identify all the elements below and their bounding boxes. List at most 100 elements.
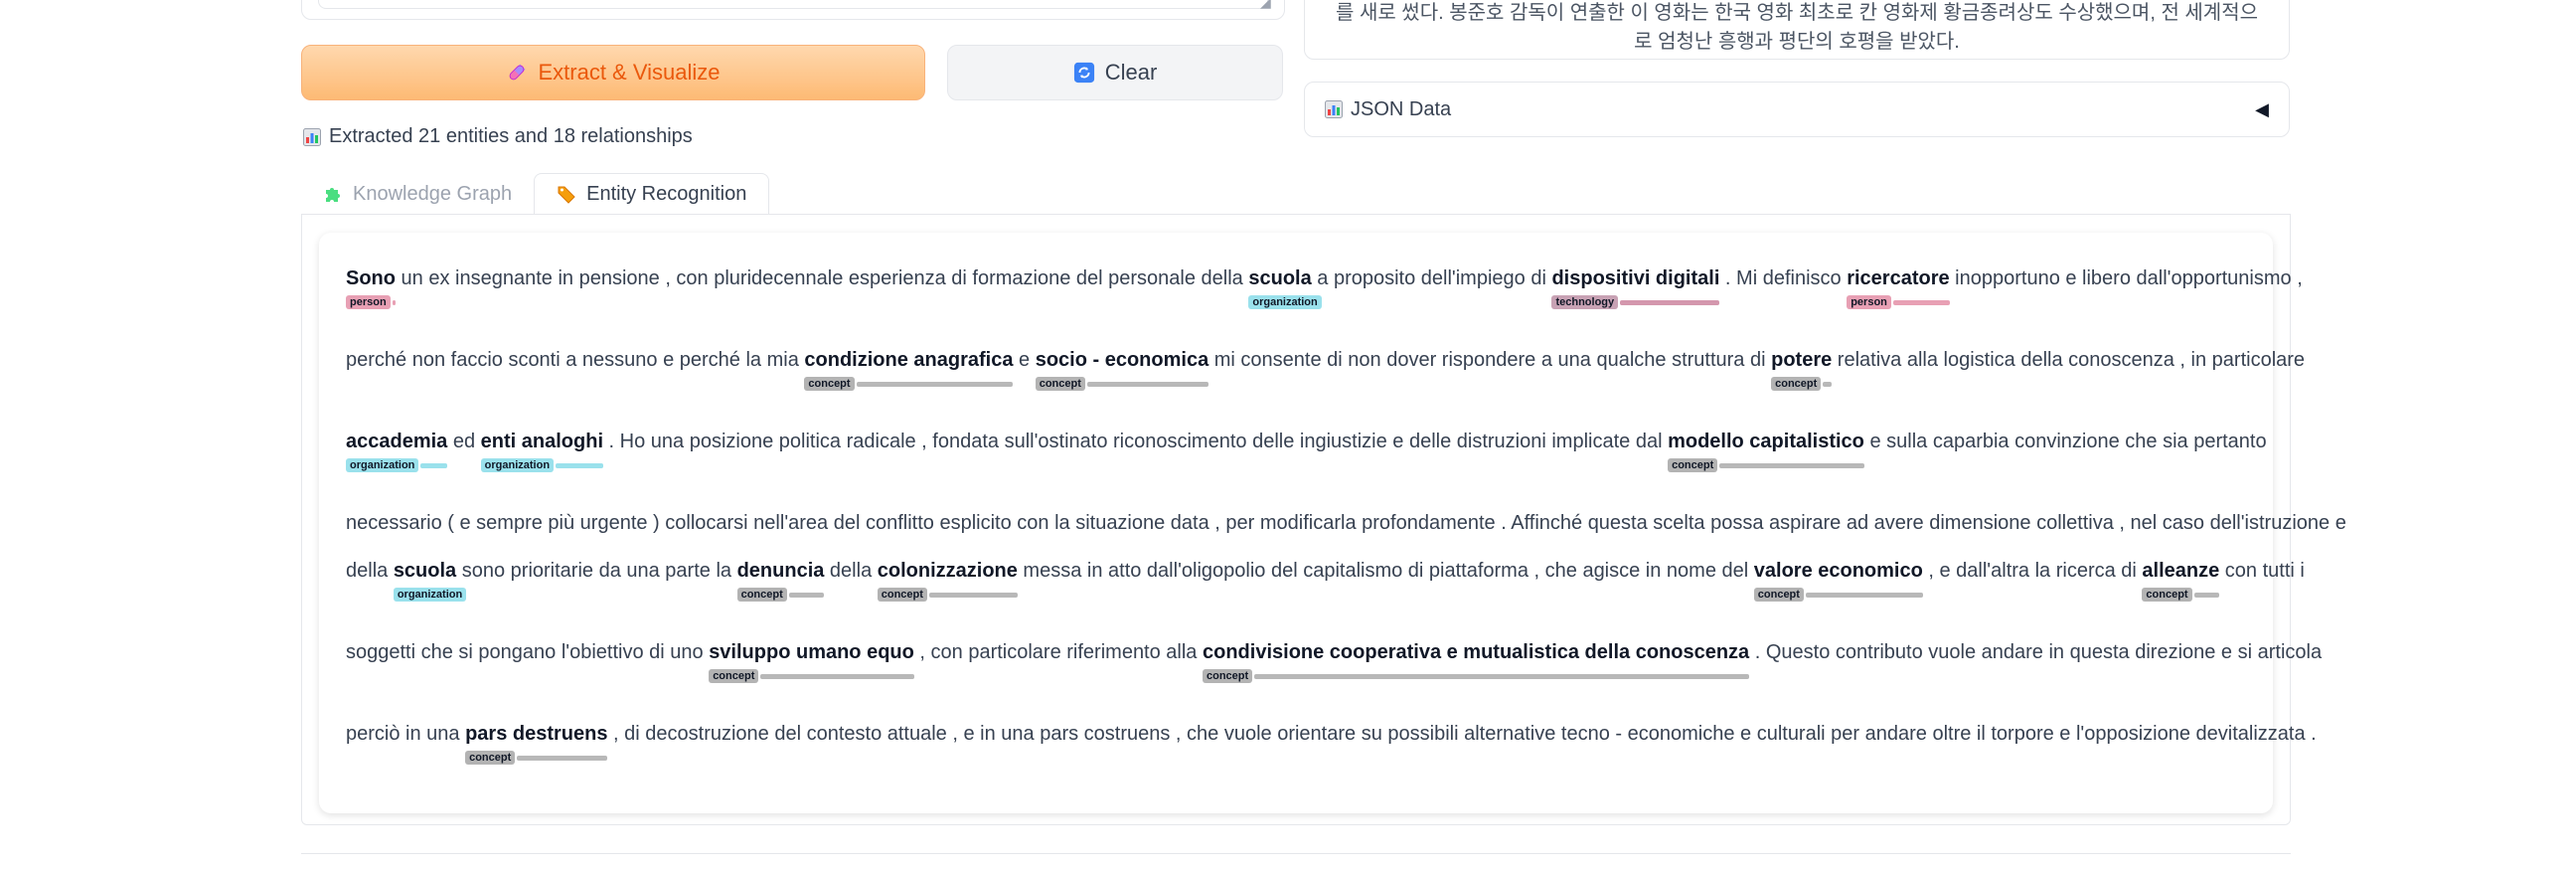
entity-underline — [1719, 463, 1864, 468]
bar-chart-icon — [303, 127, 321, 146]
entity-type-label: organization — [346, 458, 419, 472]
entity-concept[interactable]: modello capitalistico — [1668, 431, 1864, 452]
entity-text-line: soggetti che si pongano l'obiettivo di u… — [346, 640, 2322, 664]
entity-type-label: concept — [465, 751, 516, 765]
entity-concept[interactable]: socio - economica — [1036, 349, 1209, 371]
plain-text: relativa alla logistica della conoscenza… — [1832, 349, 2306, 371]
result-text-box: 를 새로 썼다. 봉준호 감독이 연출한 이 영화는 한국 영화 최초로 칸 영… — [1304, 0, 2290, 60]
clear-button[interactable]: Clear — [947, 45, 1283, 100]
plain-text: della — [824, 560, 878, 582]
plain-text: con tutti i — [2219, 560, 2305, 582]
entity-underline — [1086, 382, 1209, 387]
tab-knowledge-graph-label: Knowledge Graph — [353, 182, 513, 205]
refresh-icon — [1073, 62, 1094, 84]
plain-text: a proposito dell'impiego di — [1311, 267, 1552, 289]
entity-concept[interactable]: potere — [1771, 349, 1832, 371]
bar-chart-icon — [1325, 100, 1343, 118]
entity-type-label: concept — [1668, 458, 1718, 472]
entity-concept[interactable]: colonizzazione — [878, 560, 1018, 582]
plain-text: . Questo contributo vuole andare in ques… — [1749, 641, 2323, 663]
extract-button-label: Extract & Visualize — [538, 60, 721, 85]
entity-concept[interactable]: alleanze — [2142, 560, 2219, 582]
plain-text: , di decostruzione del contesto attuale … — [607, 723, 2317, 745]
entity-type-label: concept — [1753, 588, 1804, 602]
entity-type-label: organization — [1248, 295, 1322, 309]
plain-text: ed — [447, 431, 481, 452]
resize-handle-icon[interactable]: ◢ — [1260, 0, 1271, 9]
tab-knowledge-graph[interactable]: Knowledge Graph — [301, 173, 534, 215]
tab-entity-recognition-label: Entity Recognition — [586, 182, 747, 205]
plain-text: , e dall'altra la ricerca di — [1922, 560, 2143, 582]
entity-text-line: perciò in una pars destruens , di decost… — [346, 722, 2317, 746]
plain-text: . Mi definisco — [1719, 267, 1848, 289]
text-input-area[interactable]: ◢ — [301, 0, 1285, 20]
entity-text-line: accademia ed enti analoghi . Ho una posi… — [346, 430, 2267, 453]
tab-entity-recognition[interactable]: Entity Recognition — [534, 173, 770, 215]
entity-concept[interactable]: sviluppo umano equo — [709, 641, 914, 663]
extraction-status: Extracted 21 entities and 18 relationshi… — [303, 125, 693, 148]
entity-underline — [1823, 382, 1833, 387]
entity-underline — [1805, 593, 1923, 598]
entity-type-label: concept — [736, 588, 787, 602]
entity-organization[interactable]: scuola — [1248, 267, 1311, 289]
entity-type-label: organization — [480, 458, 555, 472]
plain-text: un ex insegnante in pensione , con pluri… — [396, 267, 1249, 289]
entity-underline — [517, 756, 608, 761]
entity-type-label: concept — [1035, 377, 1085, 391]
puzzle-icon — [326, 188, 340, 202]
plain-text: inopportuno e libero dall'opportunismo , — [1949, 267, 2303, 289]
divider — [301, 853, 2291, 854]
plain-text: necessario ( e sempre più urgente ) coll… — [346, 512, 2346, 534]
collapse-arrow-icon[interactable]: ◀ — [2255, 99, 2269, 120]
text-input-inner[interactable] — [318, 0, 1268, 9]
json-data-label: JSON Data — [1351, 97, 1452, 120]
plain-text: . Ho una posizione politica radicale , f… — [603, 431, 1669, 452]
entity-underline — [928, 593, 1018, 598]
entity-type-label: concept — [1203, 669, 1253, 683]
plain-text: e sulla caparbia convinzione che sia per… — [1863, 431, 2267, 452]
entity-type-label: person — [1847, 295, 1891, 309]
plain-text: perciò in una — [346, 723, 466, 745]
entity-type-label: concept — [877, 588, 927, 602]
status-text: Extracted 21 entities and 18 relationshi… — [329, 125, 693, 147]
entity-underline — [1620, 300, 1720, 305]
entity-type-label: concept — [804, 377, 855, 391]
entity-type-label: technology — [1551, 295, 1619, 309]
entity-text-line: Sono un ex insegnante in pensione , con … — [346, 266, 2303, 290]
entity-type-label: concept — [2142, 588, 2192, 602]
entity-concept[interactable]: pars destruens — [465, 723, 607, 745]
pill-icon — [510, 64, 526, 81]
entity-text-line: necessario ( e sempre più urgente ) coll… — [346, 511, 2346, 535]
result-text-line-1: 를 새로 썼다. 봉준호 감독이 연출한 이 영화는 한국 영화 최초로 칸 영… — [1335, 2, 2259, 24]
plain-text: e — [1013, 349, 1036, 371]
result-text-line-2: 로 엄청난 흥행과 평단의 호평을 받았다. — [1634, 31, 1960, 53]
entity-organization[interactable]: scuola — [394, 560, 456, 582]
entity-underline — [2193, 593, 2220, 598]
entity-underline — [1892, 300, 1950, 305]
plain-text: soggetti che si pongano l'obiettivo di u… — [346, 641, 710, 663]
entity-underline — [856, 382, 1014, 387]
entity-organization[interactable]: enti analoghi — [481, 431, 603, 452]
entity-concept[interactable]: denuncia — [737, 560, 825, 582]
entity-underline — [788, 593, 825, 598]
plain-text: perché non faccio sconti a nessuno e per… — [346, 349, 805, 371]
entity-concept[interactable]: condizione anagrafica — [804, 349, 1013, 371]
tab-bar: Knowledge Graph Entity Recognition — [301, 173, 770, 215]
entity-text-line: perché non faccio sconti a nessuno e per… — [346, 348, 2305, 372]
entity-underline — [392, 300, 396, 305]
entity-type-label: person — [346, 295, 391, 309]
entity-underline — [760, 674, 914, 679]
entity-organization[interactable]: accademia — [346, 431, 447, 452]
entity-underline — [556, 463, 603, 468]
entity-person[interactable]: Sono — [346, 267, 396, 289]
plain-text: sono prioritarie da una parte la — [456, 560, 737, 582]
entity-person[interactable]: ricercatore — [1847, 267, 1949, 289]
plain-text: messa in atto dall'oligopolio del capita… — [1017, 560, 1754, 582]
entity-concept[interactable]: valore economico — [1754, 560, 1923, 582]
entity-concept[interactable]: condivisione cooperativa e mutualistica … — [1203, 641, 1749, 663]
entity-underline — [1254, 674, 1750, 679]
entity-technology[interactable]: dispositivi digitali — [1551, 267, 1719, 289]
plain-text: , con particolare riferimento alla — [913, 641, 1203, 663]
json-data-accordion[interactable]: JSON Data ◀ — [1304, 82, 2290, 137]
extract-visualize-button[interactable]: Extract & Visualize — [301, 45, 925, 100]
